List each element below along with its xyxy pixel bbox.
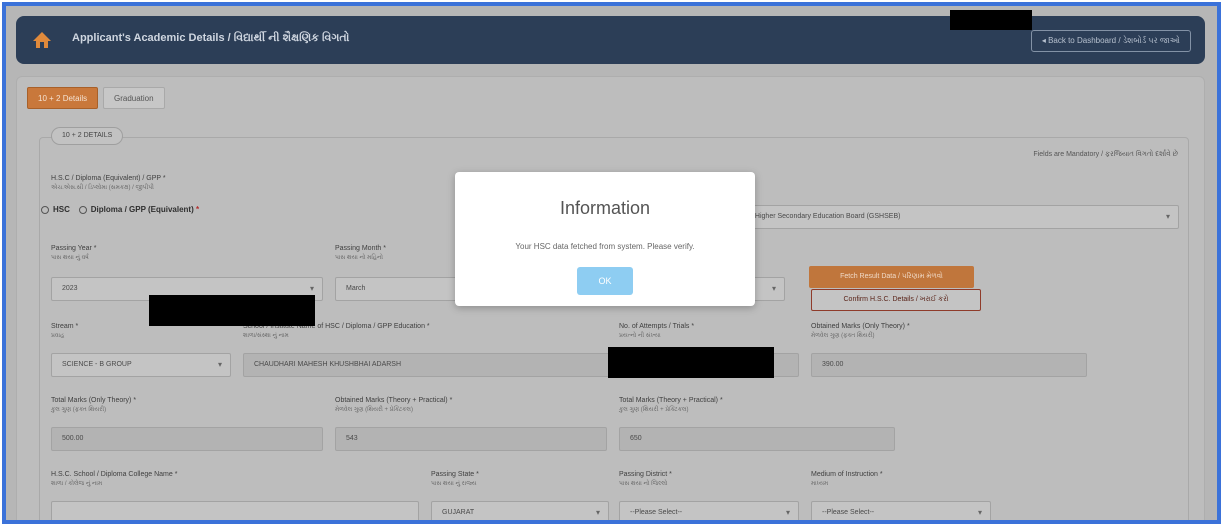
type-radio-group: HSC Diploma / GPP (Equivalent) * (41, 205, 199, 214)
passing-district-select[interactable]: --Please Select-- (619, 501, 799, 520)
stream-label: Stream * (51, 323, 79, 330)
school-sub-label: શાળા/સંસ્થા નું નામ (243, 333, 289, 339)
back-to-dashboard-button[interactable]: ◂ Back to Dashboard / ડેશબોર્ડ પર જાઓ (1030, 30, 1191, 52)
information-modal: Information Your HSC data fetched from s… (455, 172, 755, 306)
page-title: Applicant's Academic Details / વિદ્યાર્થ… (72, 32, 350, 44)
obtained-theory-field: 390.00 (811, 353, 1087, 377)
fetch-result-button[interactable]: Fetch Result Data / પરિણામ મેળવો (809, 266, 974, 288)
total-theory-label: Total Marks (Only Theory) * (51, 397, 137, 404)
college-name-sub-label: શાળા / કોલેજ નું નામ (51, 481, 103, 487)
diploma-radio[interactable] (78, 205, 87, 214)
section-legend: 10 + 2 DETAILS (51, 127, 124, 145)
mandatory-notice: Fields are Mandatory / ફરજિયાત વિગતો દર્… (1033, 151, 1178, 158)
college-name-label: H.S.C. School / Diploma College Name * (51, 471, 178, 478)
medium-select[interactable]: --Please Select-- (811, 501, 991, 520)
obtained-theory-practical-label: Obtained Marks (Theory + Practical) * (335, 397, 453, 404)
modal-message: Your HSC data fetched from system. Pleas… (515, 242, 695, 251)
total-theory-practical-field: 650 (619, 427, 895, 451)
attempts-label: No. of Attempts / Trials * (619, 323, 695, 330)
passing-month-label: Passing Month * (335, 245, 386, 252)
confirm-hsc-button[interactable]: Confirm H.S.C. Details / ખરાઈ કરો (811, 289, 981, 311)
passing-state-select[interactable]: GUJARAT (431, 501, 609, 520)
college-name-input[interactable] (51, 501, 419, 520)
type-label: H.S.C / Diploma (Equivalent) / GPP * (51, 175, 166, 182)
total-theory-practical-label: Total Marks (Theory + Practical) * (619, 397, 723, 404)
total-theory-field: 500.00 (51, 427, 323, 451)
modal-ok-button[interactable]: OK (577, 267, 633, 295)
passing-month-sub-label: પાસ થયા નો મહિનો (335, 255, 384, 261)
attempts-sub-label: પ્રયત્નો ની સંખ્યા (619, 333, 661, 339)
medium-label: Medium of Instruction * (811, 471, 883, 478)
redacted-block (608, 347, 774, 378)
hsc-radio[interactable] (41, 205, 49, 214)
passing-district-sub-label: પાસ થયા નો જિલ્લો (619, 481, 668, 487)
obtained-theory-label: Obtained Marks (Only Theory) * (811, 323, 910, 330)
obtained-theory-practical-sub-label: મેળવેલ ગુણ (થિયરી + પ્રેક્ટિકલ) (335, 407, 413, 413)
medium-sub-label: માધ્યમ (811, 481, 829, 487)
stream-select[interactable]: SCIENCE - B GROUP (51, 353, 231, 377)
app-header: Applicant's Academic Details / વિદ્યાર્થ… (16, 10, 1205, 64)
app-frame: Applicant's Academic Details / વિદ્યાર્થ… (2, 2, 1221, 524)
passing-state-label: Passing State * (431, 471, 479, 478)
passing-year-sub-label: પાસ થયા નું વર્ષ (51, 255, 89, 261)
passing-state-sub-label: પાસ થયા નું રાજ્ય (431, 481, 477, 487)
stream-sub-label: પ્રવાહ (51, 333, 65, 339)
tab-10-2-details[interactable]: 10 + 2 Details (27, 87, 99, 109)
type-sub-label: એચ.એસ.સી / ડિપ્લોમા (સમકક્ષ) / જીપીપી (51, 185, 154, 191)
modal-title: Information (559, 198, 651, 218)
tab-graduation[interactable]: Graduation (103, 87, 165, 109)
redacted-block (149, 295, 315, 326)
redacted-block (950, 10, 1032, 30)
obtained-theory-practical-field: 543 (335, 427, 607, 451)
total-theory-practical-sub-label: કુલ ગુણ (થિયરી + પ્રેક્ટિકલ) (619, 407, 689, 413)
total-theory-sub-label: કુલ ગુણ (ફક્ત થિયરી) (51, 407, 107, 413)
diploma-option-label: Diploma / GPP (Equivalent) (90, 205, 194, 214)
passing-district-label: Passing District * (619, 471, 672, 478)
obtained-theory-sub-label: મેળવેલ ગુણ (ફક્ત થિયરી) (811, 333, 875, 339)
home-logo-icon[interactable] (32, 30, 52, 50)
required-asterisk: * (196, 205, 200, 214)
hsc-option-label: HSC (53, 205, 70, 214)
passing-year-label: Passing Year * (51, 245, 97, 252)
